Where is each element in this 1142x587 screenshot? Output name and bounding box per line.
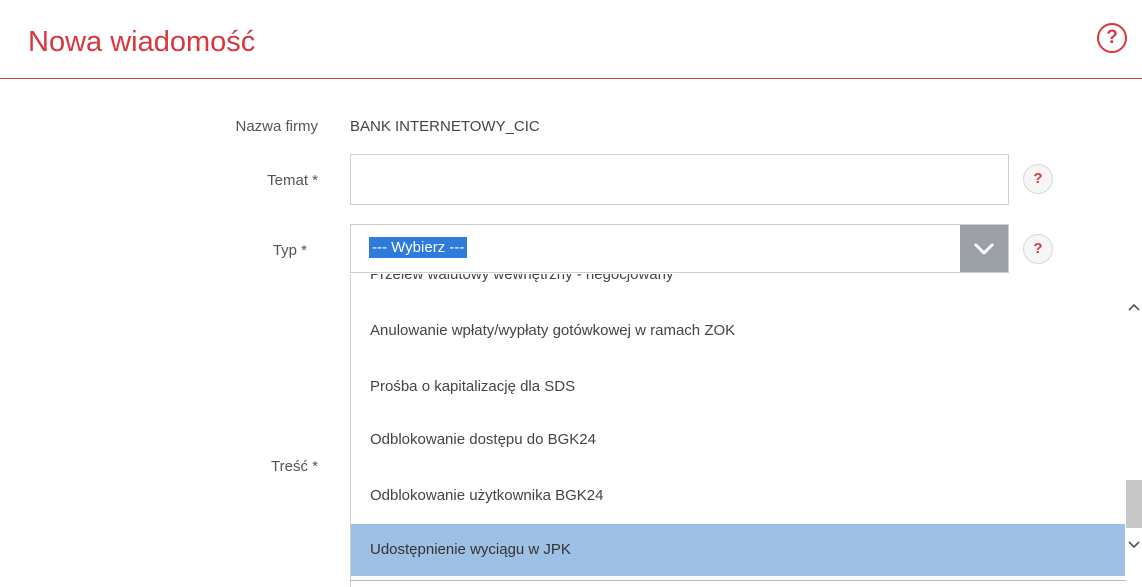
subject-help-icon[interactable]: ? <box>1023 164 1053 194</box>
subject-label: Temat * <box>267 172 318 189</box>
content-editor-edge <box>350 580 1126 587</box>
company-value: BANK INTERNETOWY_CIC <box>350 118 540 135</box>
dropdown-option[interactable]: Anulowanie wpłaty/wypłaty gotówkowej w r… <box>351 305 1125 357</box>
type-dropdown-list: Przelew walutowy wewnętrzny - negocjowan… <box>350 274 1128 587</box>
type-label: Typ * <box>272 242 307 259</box>
help-icon[interactable]: ? <box>1097 23 1127 53</box>
dropdown-option[interactable]: Przelew walutowy wewnętrzny - negocjowan… <box>351 274 1125 301</box>
type-help-icon[interactable]: ? <box>1023 234 1053 264</box>
scroll-up-icon[interactable] <box>1126 300 1142 314</box>
chevron-down-icon[interactable] <box>960 225 1008 272</box>
dropdown-scrollbar[interactable] <box>1126 274 1142 587</box>
page-header: Nowa wiadomość ? <box>0 0 1142 79</box>
scroll-down-icon[interactable] <box>1126 538 1142 552</box>
dropdown-option[interactable]: Odblokowanie dostępu do BGK24 <box>351 414 1125 466</box>
subject-input[interactable] <box>350 154 1009 205</box>
dropdown-option[interactable]: Prośba o kapitalizację dla SDS <box>351 361 1125 413</box>
page-title: Nowa wiadomość <box>28 26 256 58</box>
scrollbar-thumb[interactable] <box>1126 480 1142 528</box>
dropdown-option[interactable]: Odblokowanie użytkownika BGK24 <box>351 470 1125 522</box>
content-label: Treść * <box>271 458 318 475</box>
dropdown-option-highlighted[interactable]: Udostępnienie wyciągu w JPK <box>351 524 1125 576</box>
company-label: Nazwa firmy <box>235 118 318 135</box>
type-select[interactable]: --- Wybierz --- <box>350 224 1009 273</box>
type-select-value: --- Wybierz --- <box>369 237 468 258</box>
